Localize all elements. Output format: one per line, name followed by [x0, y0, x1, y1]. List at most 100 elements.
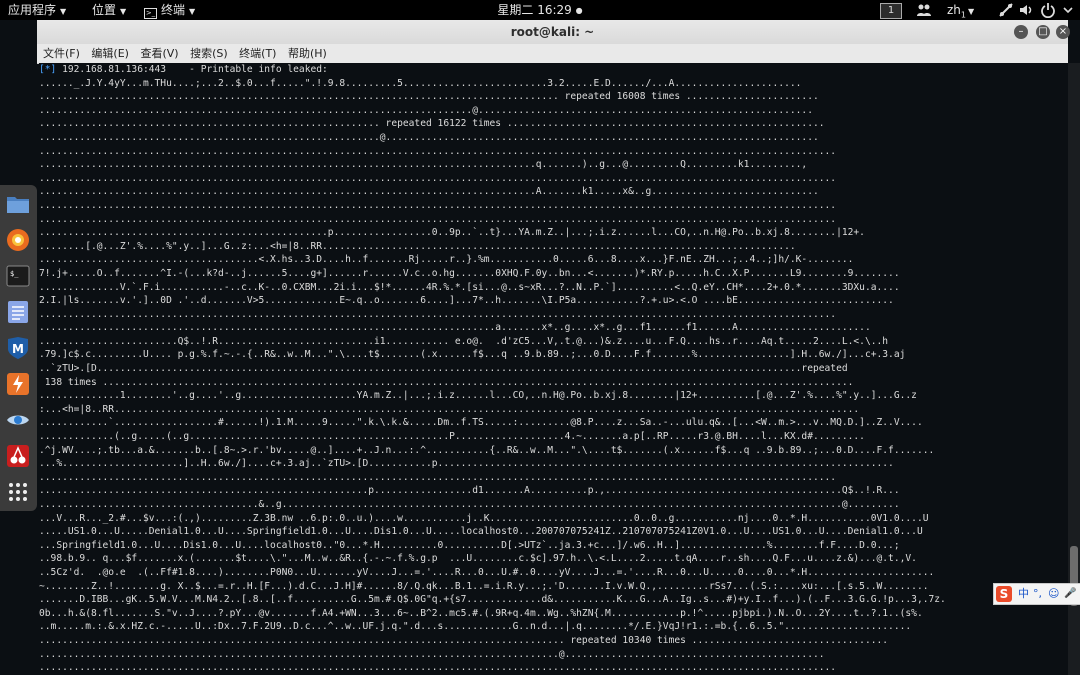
- terminal-window: root@kali: ~ – □ × 文件(F) 编辑(E) 查看(V) 搜索(…: [37, 20, 1080, 675]
- terminal-line: ..5Cz'd. .@o.e .(..Ff#1.8....)........P0…: [39, 566, 1068, 580]
- terminal-line-text: ...V...R..._2.#...$v...:(.,).........Z.3…: [39, 512, 929, 524]
- emoji-icon[interactable]: ☺: [1048, 587, 1059, 601]
- terminal-line: ..`zTU>.[D..............................…: [39, 362, 1068, 376]
- terminal-line: .^j.WV....;.tb...a.&.......b..[.8~.>.r.'…: [39, 444, 1068, 458]
- terminal-line: .79.]c$.c.........U.... p.g.%.f.~.-.{..R…: [39, 348, 1068, 362]
- app-grid-icon[interactable]: [5, 479, 31, 505]
- chevron-down-icon: ▼: [60, 7, 67, 16]
- terminal-line-text: ........................................…: [39, 471, 837, 483]
- users-icon[interactable]: [916, 2, 932, 18]
- menu-bar: 文件(F) 编辑(E) 查看(V) 搜索(S) 终端(T) 帮助(H): [37, 44, 1068, 64]
- terminal-line-text: ........................................…: [39, 186, 819, 198]
- firefox-icon[interactable]: [5, 227, 31, 253]
- terminal-line: ........................................…: [39, 661, 1068, 675]
- terminal-line: ............`..................#......!)…: [39, 416, 1068, 430]
- ime-punct-toggle[interactable]: °,: [1033, 587, 1042, 601]
- places-menu[interactable]: 位置 ▼: [92, 0, 126, 20]
- files-app-icon[interactable]: [5, 191, 31, 217]
- terminal-line: ..............V.`.F.i...........-..c..K-…: [39, 281, 1068, 295]
- terminal-line: [*] 192.168.81.136:443 - Printable info …: [39, 63, 1068, 77]
- terminal-line-text: .79.]c$.c.........U.... p.g.%.f.~.-.{..R…: [39, 349, 906, 361]
- text-editor-icon[interactable]: [5, 299, 31, 325]
- terminal-app-menu-label: 终端: [161, 3, 186, 17]
- terminal-line: ........................................…: [39, 145, 1068, 159]
- terminal-line-text: ..............V.`.F.i...........-..c..K-…: [39, 281, 900, 293]
- terminal-line: ...Springfield1.0...U....Dis1.0...U....l…: [39, 539, 1068, 553]
- terminal-line: 138 times ..............................…: [39, 376, 1068, 390]
- cherrytree-icon[interactable]: [5, 443, 31, 469]
- metasploit-icon[interactable]: M: [5, 335, 31, 361]
- terminal-line-text: ........[.@...Z'.%....%".y..]...G..z:...…: [39, 240, 796, 252]
- menu-search[interactable]: 搜索(S): [190, 47, 228, 60]
- terminal-output[interactable]: [*] 192.168.81.136:443 - Printable info …: [39, 63, 1068, 675]
- terminal-line-text: ........................................…: [39, 634, 889, 646]
- terminal-line: ........................................…: [39, 226, 1068, 240]
- svg-text:M: M: [12, 342, 24, 356]
- menu-help[interactable]: 帮助(H): [288, 47, 327, 60]
- svg-text:$_: $_: [10, 270, 19, 278]
- terminal-line: 2.I.|ls.......v.'.]..0D .'..d.......V>5.…: [39, 294, 1068, 308]
- terminal-line-text: ..............1........'..g....'..g.....…: [39, 390, 917, 402]
- terminal-line: .......D.IBB...gK..5.W.V...M.N4.2..[.8..…: [39, 593, 1068, 607]
- terminal-line-text: .............(..g.....(..g..............…: [39, 431, 865, 443]
- terminal-line: ...V...R..._2.#...$v...:(.,).........Z.3…: [39, 512, 1068, 526]
- applications-menu[interactable]: 应用程序 ▼: [8, 0, 66, 20]
- terminal-line: ...%.....................]..H..6w./]....…: [39, 457, 1068, 471]
- terminal-line: 0b...h.&(8.fl.......S."v..J....?.pY...@v…: [39, 607, 1068, 621]
- terminal-line: ........................................…: [39, 484, 1068, 498]
- terminal-app-icon[interactable]: $_: [5, 263, 31, 289]
- terminal-line: ........................................…: [39, 648, 1068, 662]
- microphone-icon[interactable]: 🎤: [1064, 587, 1076, 601]
- window-titlebar[interactable]: root@kali: ~ – □ ×: [37, 20, 1070, 44]
- maximize-button[interactable]: □: [1036, 25, 1050, 39]
- power-icon[interactable]: [1040, 2, 1056, 19]
- ime-toolbar[interactable]: S 中 °, ☺ 🎤: [993, 583, 1080, 605]
- terminal-line-text: ........................................…: [39, 227, 865, 239]
- terminal-line-text: ...%.....................]..H..6w./]....…: [39, 458, 894, 470]
- terminal-line: ~........Z..!........g. X..$...=.r..H.[F…: [39, 580, 1068, 594]
- input-language-sub: 1: [960, 10, 966, 20]
- terminal-line-text: 7!.j+.....O..f.......^I.-(...k?d-..j....…: [39, 267, 900, 279]
- terminal-app-menu[interactable]: >_ 终端 ▼: [144, 0, 195, 20]
- menu-view[interactable]: 查看(V): [140, 47, 178, 60]
- terminal-line-text: ............`..................#......!)…: [39, 417, 923, 429]
- chevron-down-icon[interactable]: [1060, 2, 1076, 18]
- terminal-line-text: .......D.IBB...gK..5.W.V...M.N4.2..[.8..…: [39, 594, 946, 606]
- info-marker: [*]: [39, 64, 57, 75]
- minimize-button[interactable]: –: [1014, 25, 1028, 39]
- eye-icon[interactable]: [5, 407, 31, 433]
- terminal-line-text: ........................................…: [39, 485, 900, 497]
- terminal-line: ........................................…: [39, 199, 1068, 213]
- terminal-line: ........................................…: [39, 471, 1068, 485]
- close-button[interactable]: ×: [1056, 25, 1070, 39]
- terminal-line: ........................................…: [39, 117, 1068, 131]
- sogou-logo-icon[interactable]: S: [996, 586, 1012, 602]
- clock-label[interactable]: 星期二 16:29: [497, 3, 571, 17]
- terminal-line-text: ........................................…: [39, 213, 837, 225]
- workspace-indicator[interactable]: 1: [880, 3, 902, 19]
- menu-terminal[interactable]: 终端(T): [239, 47, 276, 60]
- volume-icon[interactable]: [1018, 2, 1034, 18]
- network-icon[interactable]: [998, 2, 1014, 18]
- terminal-line: ..98.b.9.. q...$f.......x.(.......$t....…: [39, 552, 1068, 566]
- terminal-line: ..m.....m.:.&.x.HZ.c.-.....U..:Dx..7.F.2…: [39, 620, 1068, 634]
- menu-file[interactable]: 文件(F): [43, 47, 80, 60]
- terminal-line: ......................................&.…: [39, 498, 1068, 512]
- terminal-line-text: ........................................…: [39, 172, 837, 184]
- top-bar: 应用程序 ▼ 位置 ▼ >_ 终端 ▼ 星期二 16:29 ● 1 zh1 ▼: [0, 0, 1080, 20]
- terminal-line-text: 138 times ..............................…: [39, 376, 854, 388]
- terminal-line-text: ......................................<.…: [39, 254, 854, 266]
- menu-edit[interactable]: 编辑(E): [91, 47, 129, 60]
- terminal-line-text: 192.168.81.136:443 - Printable info leak…: [56, 64, 328, 75]
- terminal-line: ........................................…: [39, 308, 1068, 322]
- terminal-line: :...<h=|8..RR...........................…: [39, 403, 1068, 417]
- burpsuite-icon[interactable]: [5, 371, 31, 397]
- terminal-line: ........................................…: [39, 90, 1068, 104]
- terminal-line-text: 2.I.|ls.......v.'.]..0D .'..d.......V>5.…: [39, 295, 894, 307]
- terminal-line-text: ........................................…: [39, 199, 837, 211]
- chevron-down-icon: ▼: [968, 7, 975, 16]
- terminal-line-text: ......_.J.Y.4yY...m.THu....;...2..$.0...…: [39, 77, 802, 89]
- ime-mode-toggle[interactable]: 中: [1018, 587, 1029, 601]
- terminal-line: ........................................…: [39, 185, 1068, 199]
- terminal-line-text: ..98.b.9.. q...$f.......x.(.......$t....…: [39, 553, 917, 565]
